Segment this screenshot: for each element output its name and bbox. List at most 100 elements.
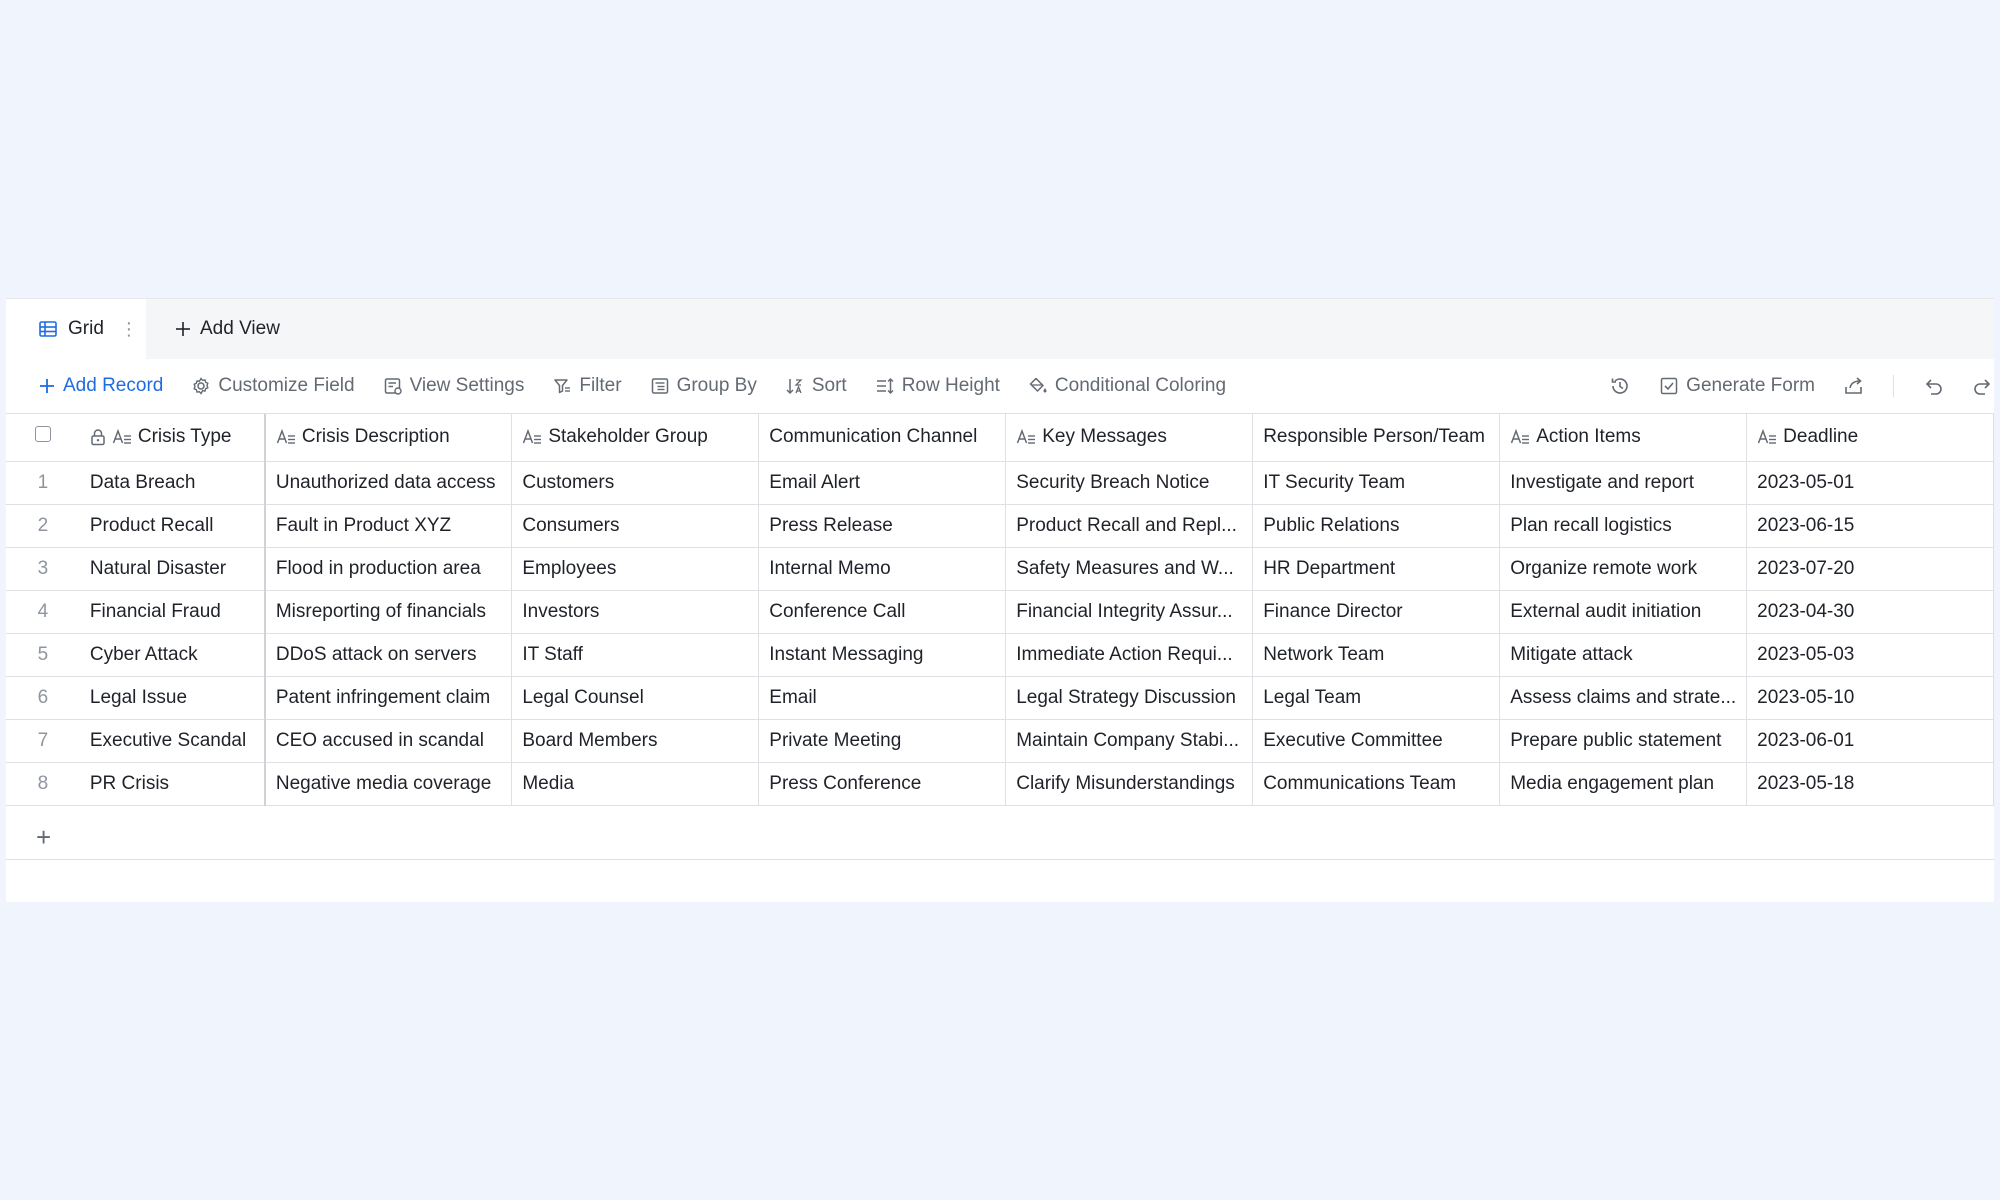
table-row[interactable]: 1 Data Breach Unauthorized data access Cust…	[6, 461, 1994, 505]
plus-icon[interactable]: +	[36, 824, 51, 850]
table-cell[interactable]: DDoS attack on servers	[264, 633, 513, 677]
table-cell[interactable]: Financial Integrity Assur...	[1005, 590, 1254, 634]
table-row[interactable]: 4 Financial Fraud Misreporting of financia…	[6, 590, 1994, 634]
table-cell[interactable]: Conference Call	[758, 590, 1007, 634]
table-cell[interactable]: IT Staff	[511, 633, 760, 677]
table-cell[interactable]: Maintain Company Stabi...	[1005, 719, 1254, 763]
column-header[interactable]: Crisis Type	[79, 414, 266, 462]
table-cell[interactable]: Investigate and report	[1499, 461, 1748, 505]
table-cell[interactable]: 2023-05-10	[1746, 676, 1994, 720]
redo-button[interactable]	[1972, 375, 1994, 397]
filter-button[interactable]: Filter	[552, 375, 622, 397]
table-cell[interactable]: Board Members	[511, 719, 760, 763]
column-header[interactable]: Action Items	[1499, 414, 1748, 462]
table-cell[interactable]: Financial Fraud	[79, 590, 266, 634]
table-cell[interactable]: Press Release	[758, 504, 1007, 548]
table-cell[interactable]: 2023-04-30	[1746, 590, 1994, 634]
table-cell[interactable]: HR Department	[1252, 547, 1501, 591]
column-header[interactable]: Deadline	[1746, 414, 1994, 462]
table-row[interactable]: 6 Legal Issue Patent infringement claim Leg…	[6, 676, 1994, 720]
table-cell[interactable]: Executive Committee	[1252, 719, 1501, 763]
table-cell[interactable]: Clarify Misunderstandings	[1005, 762, 1254, 806]
table-cell[interactable]: Email	[758, 676, 1007, 720]
column-header[interactable]: Crisis Description	[264, 414, 513, 462]
table-cell[interactable]: Investors	[511, 590, 760, 634]
table-cell[interactable]: Data Breach	[79, 461, 266, 505]
table-cell[interactable]: Legal Counsel	[511, 676, 760, 720]
history-button[interactable]	[1609, 375, 1631, 397]
share-button[interactable]	[1843, 375, 1865, 397]
select-all-checkbox[interactable]	[34, 426, 51, 443]
table-row[interactable]: 7 Executive Scandal CEO accused in scandal…	[6, 719, 1994, 763]
table-cell[interactable]: Press Conference	[758, 762, 1007, 806]
table-cell[interactable]: 2023-05-03	[1746, 633, 1994, 677]
table-cell[interactable]: Negative media coverage	[264, 762, 513, 806]
table-row[interactable]: 8 PR Crisis Negative media coverage Media Pr…	[6, 762, 1994, 806]
tab-grid[interactable]: Grid ⋮	[6, 299, 146, 359]
customize-field-button[interactable]: Customize Field	[191, 375, 355, 397]
table-cell[interactable]: Immediate Action Requi...	[1005, 633, 1254, 677]
table-cell[interactable]: Assess claims and strate...	[1499, 676, 1748, 720]
table-cell[interactable]: Network Team	[1252, 633, 1501, 677]
table-cell[interactable]: Patent infringement claim	[264, 676, 513, 720]
table-cell[interactable]: Cyber Attack	[79, 633, 266, 677]
table-cell[interactable]: Legal Strategy Discussion	[1005, 676, 1254, 720]
add-view-button[interactable]: Add View	[174, 299, 280, 359]
table-cell[interactable]: Email Alert	[758, 461, 1007, 505]
table-cell[interactable]: Unauthorized data access	[264, 461, 513, 505]
select-all-cell[interactable]	[6, 414, 80, 462]
table-cell[interactable]: Finance Director	[1252, 590, 1501, 634]
column-header[interactable]: Communication Channel	[758, 414, 1007, 462]
table-cell[interactable]: Legal Issue	[79, 676, 266, 720]
generate-form-button[interactable]: Generate Form	[1659, 375, 1815, 397]
conditional-coloring-button[interactable]: Conditional Coloring	[1028, 375, 1226, 397]
column-header[interactable]: Stakeholder Group	[511, 414, 760, 462]
table-cell[interactable]: Product Recall and Repl...	[1005, 504, 1254, 548]
table-cell[interactable]: Employees	[511, 547, 760, 591]
table-cell[interactable]: IT Security Team	[1252, 461, 1501, 505]
table-cell[interactable]: 2023-06-15	[1746, 504, 1994, 548]
table-cell[interactable]: Consumers	[511, 504, 760, 548]
sort-button[interactable]: Sort	[785, 375, 847, 397]
table-cell[interactable]: Mitigate attack	[1499, 633, 1748, 677]
table-cell[interactable]: 2023-07-20	[1746, 547, 1994, 591]
table-cell[interactable]: PR Crisis	[79, 762, 266, 806]
table-cell[interactable]: External audit initiation	[1499, 590, 1748, 634]
table-cell[interactable]: Plan recall logistics	[1499, 504, 1748, 548]
table-row[interactable]: 5 Cyber Attack DDoS attack on servers IT St…	[6, 633, 1994, 677]
table-cell[interactable]: Public Relations	[1252, 504, 1501, 548]
table-cell[interactable]: Media engagement plan	[1499, 762, 1748, 806]
more-vertical-icon[interactable]: ⋮	[120, 319, 138, 340]
column-header[interactable]: Key Messages	[1005, 414, 1254, 462]
table-cell[interactable]: 2023-05-01	[1746, 461, 1994, 505]
table-cell[interactable]: Communications Team	[1252, 762, 1501, 806]
table-cell[interactable]: Legal Team	[1252, 676, 1501, 720]
table-cell[interactable]: Customers	[511, 461, 760, 505]
group-by-button[interactable]: Group By	[650, 375, 757, 397]
table-cell[interactable]: Instant Messaging	[758, 633, 1007, 677]
column-header[interactable]: Responsible Person/Team	[1252, 414, 1501, 462]
table-cell[interactable]: 2023-06-01	[1746, 719, 1994, 763]
table-cell[interactable]: Private Meeting	[758, 719, 1007, 763]
table-cell[interactable]: Internal Memo	[758, 547, 1007, 591]
table-cell[interactable]: Flood in production area	[264, 547, 513, 591]
table-cell[interactable]: Executive Scandal	[79, 719, 266, 763]
add-row-bar[interactable]: +	[6, 816, 1994, 860]
row-height-button[interactable]: Row Height	[875, 375, 1000, 397]
table-cell[interactable]: Media	[511, 762, 760, 806]
undo-button[interactable]	[1922, 375, 1944, 397]
table-cell[interactable]: CEO accused in scandal	[264, 719, 513, 763]
table-cell[interactable]: Organize remote work	[1499, 547, 1748, 591]
table-cell[interactable]: Misreporting of financials	[264, 590, 513, 634]
table-cell[interactable]: Fault in Product XYZ	[264, 504, 513, 548]
view-settings-button[interactable]: View Settings	[383, 375, 524, 397]
table-cell[interactable]: Prepare public statement	[1499, 719, 1748, 763]
table-cell[interactable]: Safety Measures and W...	[1005, 547, 1254, 591]
table-cell[interactable]: Product Recall	[79, 504, 266, 548]
table-cell[interactable]: 2023-05-18	[1746, 762, 1994, 806]
table-row[interactable]: 2 Product Recall Fault in Product XYZ Consu…	[6, 504, 1994, 548]
add-record-button[interactable]: Add Record	[38, 375, 163, 397]
table-cell[interactable]: Security Breach Notice	[1005, 461, 1254, 505]
table-row[interactable]: 3 Natural Disaster Flood in production are…	[6, 547, 1994, 591]
table-cell[interactable]: Natural Disaster	[79, 547, 266, 591]
